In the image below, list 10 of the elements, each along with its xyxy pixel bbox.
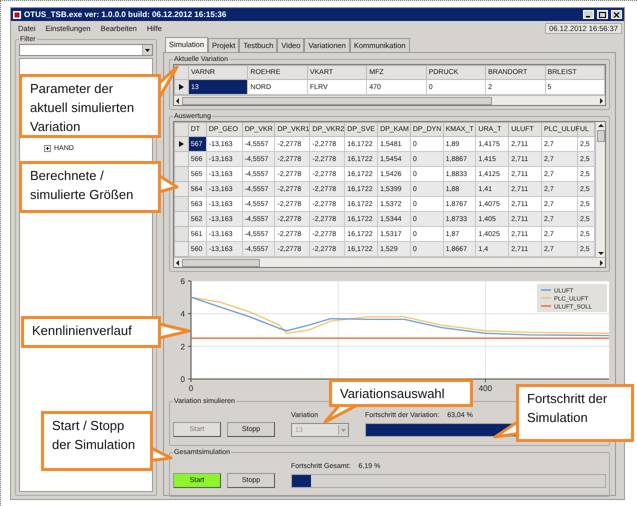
axis-label: 400 [478, 384, 492, 393]
axis-label: 6 [180, 277, 185, 286]
axis-label: 2 [180, 342, 185, 352]
axis-label: 0 [188, 384, 194, 393]
axis-label: 4 [180, 310, 185, 319]
window-title: OTUS_TSB.exe ver: 1.0.0.0 build: 06.12.2012 16:15:36 [24, 10, 228, 19]
callout: Fortschritt der Simulation [516, 384, 634, 442]
callout: Berechnete / simulierte Größen [19, 161, 161, 213]
axis-label: 0 [180, 375, 185, 384]
callout: Start / Stopp der Simulation [41, 411, 153, 471]
